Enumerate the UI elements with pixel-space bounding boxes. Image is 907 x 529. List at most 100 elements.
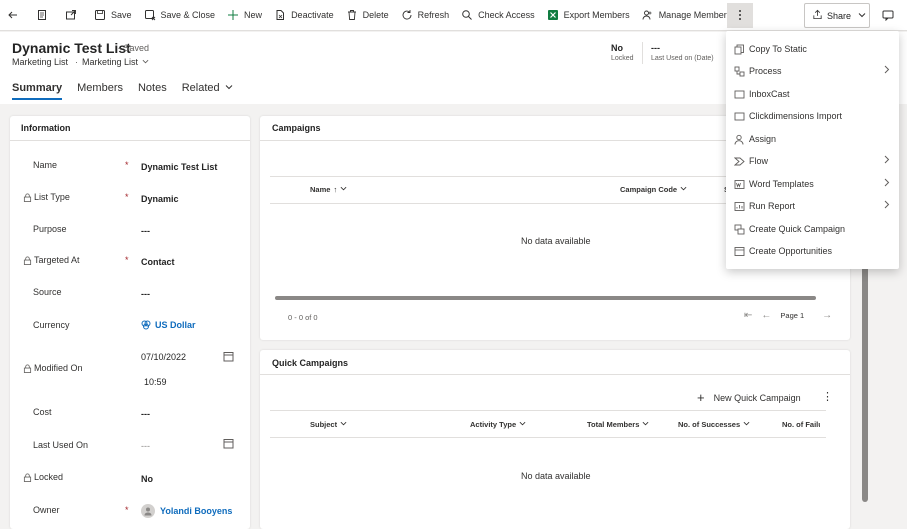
more-commands-button[interactable] <box>727 3 753 28</box>
menu-item-clickdimensions-import[interactable]: Clickdimensions Import <box>726 105 899 127</box>
trash-icon <box>346 9 358 21</box>
column-header-campaign-code[interactable]: Campaign Code <box>620 185 687 194</box>
information-title: Information <box>21 123 71 133</box>
column-header-successes[interactable]: No. of Successes <box>678 420 750 429</box>
targeted-at-label: Targeted At <box>23 255 80 265</box>
cost-field[interactable]: --- <box>141 409 150 419</box>
horizontal-scrollbar[interactable] <box>275 296 816 300</box>
delete-button[interactable]: Delete <box>340 0 395 31</box>
chat-button[interactable] <box>876 3 900 28</box>
chevron-right-icon <box>883 65 890 77</box>
grid-header-bottom <box>270 437 826 438</box>
vertical-ellipsis-icon[interactable]: ⋮ <box>822 390 833 403</box>
column-subject-label: Subject <box>310 420 338 429</box>
save-close-label: Save & Close <box>160 10 216 20</box>
deactivate-label: Deactivate <box>291 10 334 20</box>
excel-icon <box>547 9 559 21</box>
form-view-button[interactable] <box>30 0 59 31</box>
word-icon <box>734 179 745 190</box>
list-type-label: List Type <box>23 192 70 202</box>
new-quick-campaign-button[interactable]: + New Quick Campaign <box>697 390 801 405</box>
report-icon <box>734 201 745 212</box>
menu-item-word-templates[interactable]: Word Templates <box>726 173 899 195</box>
column-header-failures[interactable]: No. of Failu <box>782 420 820 429</box>
menu-item-create-quick-campaign[interactable]: Create Quick Campaign <box>726 218 899 240</box>
locked-label: Locked <box>23 472 64 482</box>
header-divider <box>642 42 643 64</box>
header-locked-label: Locked <box>611 55 634 62</box>
divider <box>260 374 850 375</box>
currency-field[interactable]: US Dollar <box>141 320 196 330</box>
save-close-button[interactable]: Save & Close <box>138 0 222 31</box>
manage-members-button[interactable]: Manage Members <box>636 0 738 31</box>
tab-members[interactable]: Members <box>77 82 123 100</box>
purpose-field[interactable]: --- <box>141 226 150 236</box>
plus-icon: + <box>697 390 705 405</box>
share-icon <box>812 9 823 22</box>
deactivate-button[interactable]: Deactivate <box>268 0 340 31</box>
list-type-field: Dynamic <box>141 194 179 204</box>
refresh-icon <box>401 9 413 21</box>
column-header-total-members[interactable]: Total Members <box>587 420 649 429</box>
chevron-down-icon <box>642 420 649 429</box>
list-type-text: List Type <box>34 192 70 202</box>
menu-item-process[interactable]: Process <box>726 60 899 82</box>
column-header-activity-type[interactable]: Activity Type <box>470 420 526 429</box>
modified-on-date: 07/10/2022 <box>141 352 187 362</box>
calendar-icon <box>223 438 234 449</box>
menu-item-create-opportunities[interactable]: Create Opportunities <box>726 240 899 262</box>
owner-link[interactable]: Yolandi Booyens <box>160 506 232 516</box>
source-field[interactable]: --- <box>141 289 150 299</box>
new-label: New <box>244 10 263 20</box>
first-page-icon[interactable]: ⇤ <box>744 310 752 321</box>
menu-item-assign[interactable]: Assign <box>726 128 899 150</box>
new-button[interactable]: New <box>221 0 268 31</box>
tab-notes[interactable]: Notes <box>138 82 167 100</box>
share-button[interactable]: Share <box>804 3 870 28</box>
breadcrumb-separator: · <box>75 57 78 67</box>
campaigns-empty-message: No data available <box>521 236 591 246</box>
pagination: ⇤ ← Page 1 → <box>744 310 841 321</box>
save-button[interactable]: Save <box>88 0 138 31</box>
save-status: - Saved <box>118 43 150 53</box>
column-campaign-code-label: Campaign Code <box>620 185 678 194</box>
menu-item-run-report[interactable]: Run Report <box>726 195 899 217</box>
owner-field[interactable]: Yolandi Booyens <box>141 504 232 518</box>
menu-item-label: Word Templates <box>749 179 814 189</box>
page-indicator: Page 1 <box>780 311 805 320</box>
flow-icon <box>734 156 745 167</box>
share-label: Share <box>827 10 852 21</box>
chat-icon <box>882 9 894 23</box>
tab-related[interactable]: Related <box>182 82 233 100</box>
previous-page-icon[interactable]: ← <box>761 310 771 321</box>
cost-label: Cost <box>33 407 52 417</box>
modified-on-label: Modified On <box>23 363 83 373</box>
form-name: Marketing List <box>82 57 139 67</box>
next-page-icon[interactable]: → <box>822 310 832 321</box>
menu-item-inboxcast[interactable]: InboxCast <box>726 83 899 105</box>
back-button[interactable] <box>0 0 30 31</box>
tab-summary[interactable]: Summary <box>12 82 63 100</box>
sort-ascending-icon: ↑ <box>333 185 338 194</box>
menu-item-copy-to-static[interactable]: Copy To Static <box>726 38 899 60</box>
save-close-icon <box>144 9 156 21</box>
menu-item-label: Process <box>749 66 782 76</box>
column-header-name[interactable]: Name ↑ <box>310 185 347 194</box>
export-members-label: Export Members <box>563 10 630 20</box>
currency-link[interactable]: US Dollar <box>155 320 196 330</box>
refresh-button[interactable]: Refresh <box>395 0 456 31</box>
name-field[interactable]: Dynamic Test List <box>141 162 217 172</box>
chevron-down-icon <box>858 11 866 21</box>
purpose-label: Purpose <box>33 224 67 234</box>
chevron-right-icon <box>883 200 890 212</box>
column-header-subject[interactable]: Subject <box>310 420 347 429</box>
menu-item-flow[interactable]: Flow <box>726 150 899 172</box>
export-members-button[interactable]: Export Members <box>541 0 636 31</box>
check-access-button[interactable]: Check Access <box>455 0 541 31</box>
lock-icon <box>23 193 32 202</box>
header-last-used-label: Last Used on (Date) <box>651 55 714 62</box>
entity-name: Marketing List <box>12 57 69 67</box>
form-selector[interactable]: Marketing List <box>82 57 149 67</box>
open-new-window-button[interactable] <box>59 0 88 31</box>
locked-text: Locked <box>34 472 64 482</box>
